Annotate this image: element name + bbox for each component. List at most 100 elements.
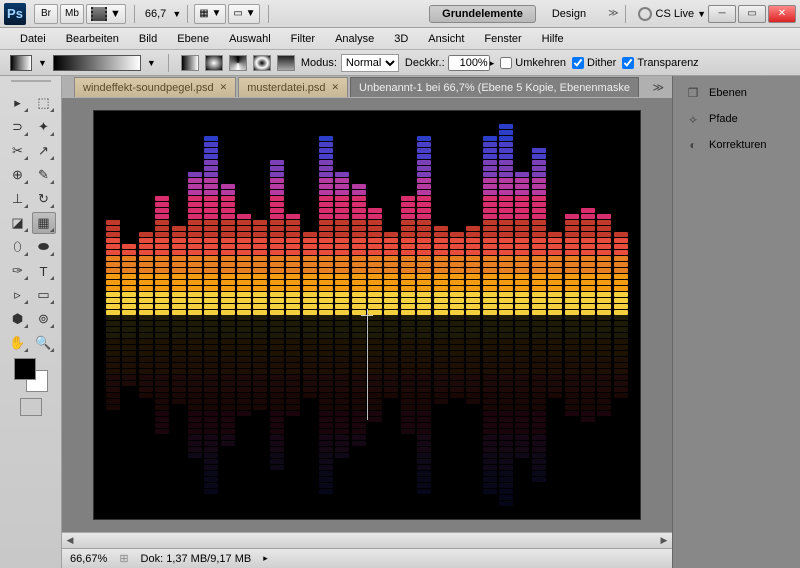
umkehren-label: Umkehren [515, 57, 566, 69]
marquee-tool[interactable]: ⬚ [32, 92, 56, 114]
fg-color[interactable] [14, 358, 36, 380]
gradient-diamond[interactable] [277, 55, 295, 71]
status-doc[interactable]: Dok: 1,37 MB/9,17 MB [141, 553, 252, 565]
doc-tab-label: Unbenannt-1 bei 66,7% (Ebene 5 Kopie, Eb… [359, 82, 630, 94]
heal-tool[interactable]: ⊕ [6, 164, 30, 186]
deckkr-label: Deckkr.: [405, 57, 445, 69]
wand-tool[interactable]: ✦ [32, 116, 56, 138]
close-button[interactable]: ✕ [768, 5, 796, 23]
cslive-label: CS Live [656, 8, 695, 20]
workspace-more[interactable]: ≫ [608, 8, 618, 19]
layers-icon: ❐ [685, 85, 701, 101]
doc-tab-2[interactable]: Unbenannt-1 bei 66,7% (Ebene 5 Kopie, Eb… [350, 77, 639, 97]
gradient-drag-line [367, 315, 368, 420]
adjustments-icon: ◐ [685, 137, 701, 153]
gradient-picker[interactable] [53, 55, 141, 71]
tools-panel: ▸ ⬚ ⊃ ✦ ✂ ↗ ⊕ ✎ ⊥ ↻ ◪ ▦ ⬯ ⬬ ✑ T ▹ ▭ ⬢ ⊚ … [0, 76, 62, 568]
status-zoom[interactable]: 66,67% [70, 553, 107, 565]
panel-korrekturen[interactable]: ◐ Korrekturen [677, 132, 796, 158]
gradient-linear[interactable] [181, 55, 199, 71]
menu-bearbeiten[interactable]: Bearbeiten [56, 31, 129, 47]
modus-select[interactable]: Normal [341, 54, 399, 72]
workspace-design[interactable]: Design [540, 6, 598, 22]
gradient-angle[interactable] [229, 55, 247, 71]
crosshair-cursor [361, 309, 373, 321]
menu-filter[interactable]: Filter [281, 31, 325, 47]
gradient-radial[interactable] [205, 55, 223, 71]
tool-preset-icon[interactable] [10, 55, 32, 71]
cslive-icon [638, 7, 652, 21]
doc-tab-0[interactable]: windeffekt-soundpegel.psd ✕ [74, 77, 236, 97]
dodge-tool[interactable]: ⬬ [32, 236, 56, 258]
dither-checkbox[interactable] [572, 57, 584, 69]
transparenz-checkbox[interactable] [622, 57, 634, 69]
panel-dock: ❐ Ebenen ⟡ Pfade ◐ Korrekturen [672, 76, 800, 568]
deckkr-input[interactable] [448, 55, 490, 71]
paths-icon: ⟡ [685, 111, 701, 127]
brush-tool[interactable]: ✎ [32, 164, 56, 186]
menu-ansicht[interactable]: Ansicht [418, 31, 474, 47]
gradient-reflected[interactable] [253, 55, 271, 71]
panel-grip[interactable] [11, 80, 51, 88]
blur-tool[interactable]: ⬯ [6, 236, 30, 258]
crop-tool[interactable]: ✂ [6, 140, 30, 162]
3d-camera-tool[interactable]: ⊚ [32, 308, 56, 330]
minibridge-button[interactable]: Mb [60, 4, 84, 24]
panel-ebenen[interactable]: ❐ Ebenen [677, 80, 796, 106]
menu-analyse[interactable]: Analyse [325, 31, 384, 47]
close-icon[interactable]: ✕ [331, 82, 339, 93]
cslive-button[interactable]: CS Live ▼ [638, 7, 706, 21]
menu-datei[interactable]: Datei [10, 31, 56, 47]
doc-tab-label: windeffekt-soundpegel.psd [83, 82, 214, 94]
eyedropper-tool[interactable]: ↗ [32, 140, 56, 162]
panel-label: Korrekturen [709, 139, 766, 151]
tabs-more[interactable]: ≫ [652, 81, 664, 94]
modus-label: Modus: [301, 57, 337, 69]
menubar: Datei Bearbeiten Bild Ebene Auswahl Filt… [0, 28, 800, 50]
arrange-button[interactable]: ▦ ▼ [194, 4, 226, 24]
panel-label: Pfade [709, 113, 738, 125]
menu-bild[interactable]: Bild [129, 31, 167, 47]
hand-tool[interactable]: ✋ [6, 332, 30, 354]
document-tabs: windeffekt-soundpegel.psd ✕ musterdatei.p… [62, 76, 672, 98]
pen-tool[interactable]: ✑ [6, 260, 30, 282]
workspace-grundelemente[interactable]: Grundelemente [429, 5, 536, 23]
doc-tab-1[interactable]: musterdatei.psd✕ [238, 77, 348, 97]
menu-fenster[interactable]: Fenster [474, 31, 531, 47]
menu-3d[interactable]: 3D [384, 31, 418, 47]
menu-auswahl[interactable]: Auswahl [219, 31, 281, 47]
history-brush-tool[interactable]: ↻ [32, 188, 56, 210]
scrollbar-h[interactable]: ◀▶ [62, 532, 672, 548]
dither-label: Dither [587, 57, 616, 69]
app-logo: Ps [4, 3, 26, 25]
close-icon[interactable]: ✕ [220, 82, 228, 93]
shape-tool[interactable]: ▭ [32, 284, 56, 306]
maximize-button[interactable]: ▭ [738, 5, 766, 23]
menu-ebene[interactable]: Ebene [167, 31, 219, 47]
eraser-tool[interactable]: ◪ [6, 212, 30, 234]
options-bar: ▼ ▼ Modus: Normal Deckkr.: ▸ Umkehren Di… [0, 50, 800, 76]
umkehren-checkbox[interactable] [500, 57, 512, 69]
docs-button[interactable]: ▼ [86, 4, 126, 24]
quickmask-button[interactable] [20, 398, 42, 416]
screen-mode-button[interactable]: ▭ ▼ [228, 4, 260, 24]
canvas[interactable] [94, 111, 640, 519]
filmstrip-icon [91, 7, 107, 21]
menu-hilfe[interactable]: Hilfe [532, 31, 574, 47]
panel-label: Ebenen [709, 87, 747, 99]
type-tool[interactable]: T [32, 260, 56, 282]
color-swatches[interactable] [14, 358, 48, 392]
zoom-display[interactable]: 66,7 [145, 8, 166, 20]
minimize-button[interactable]: ─ [708, 5, 736, 23]
status-bar: 66,67% ⊞ Dok: 1,37 MB/9,17 MB ▸ [62, 548, 672, 568]
zoom-tool[interactable]: 🔍 [32, 332, 56, 354]
lasso-tool[interactable]: ⊃ [6, 116, 30, 138]
bridge-button[interactable]: Br [34, 4, 58, 24]
path-tool[interactable]: ▹ [6, 284, 30, 306]
move-tool[interactable]: ▸ [6, 92, 30, 114]
gradient-tool[interactable]: ▦ [32, 212, 56, 234]
panel-pfade[interactable]: ⟡ Pfade [677, 106, 796, 132]
transparenz-label: Transparenz [637, 57, 698, 69]
stamp-tool[interactable]: ⊥ [6, 188, 30, 210]
3d-tool[interactable]: ⬢ [6, 308, 30, 330]
